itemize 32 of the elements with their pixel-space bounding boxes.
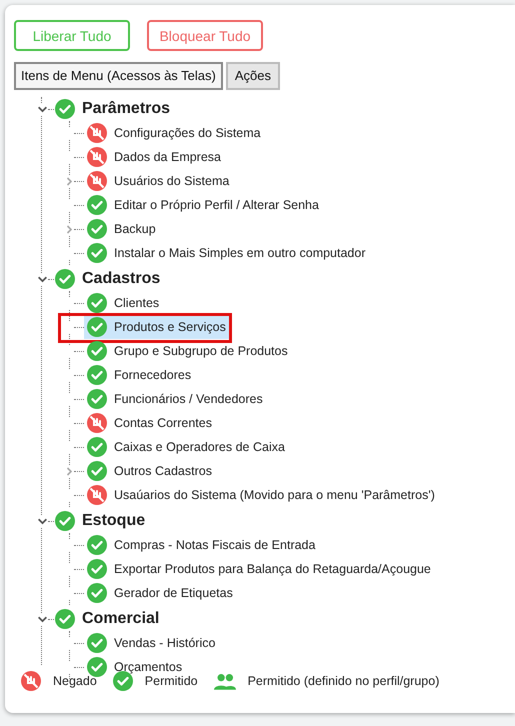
tree-group-label[interactable]: Parâmetros: [82, 100, 170, 118]
tree-item[interactable]: Editar o Próprio Perfil / Alterar Senha: [84, 193, 323, 217]
tree-item[interactable]: Outros Cadastros: [84, 459, 216, 483]
tree-item[interactable]: Contas Correntes: [84, 411, 216, 435]
tree-item[interactable]: Clientes: [84, 291, 164, 315]
tree-item[interactable]: Backup: [84, 217, 160, 241]
tree-item[interactable]: Dados da Empresa: [84, 145, 226, 169]
tab[interactable]: Ações: [226, 62, 280, 90]
tree-item[interactable]: Produtos e Serviços: [84, 315, 230, 339]
tree-item[interactable]: Fornecedores: [84, 363, 196, 387]
tree-item[interactable]: Compras - Notas Fiscais de Entrada: [84, 533, 320, 557]
tree-group-label[interactable]: Estoque: [82, 512, 146, 530]
tree-item[interactable]: Exportar Produtos para Balança do Retaguarda/Açougue: [84, 557, 435, 581]
tree-item[interactable]: Configurações do Sistema: [84, 121, 265, 145]
tab[interactable]: Itens de Menu (Acessos às Telas): [14, 62, 223, 90]
legend-label: Negado: [53, 674, 97, 688]
tree-item[interactable]: Usuários do Sistema: [84, 169, 234, 193]
chevron-down-icon[interactable]: [36, 274, 48, 284]
legend-label: Permitido: [144, 674, 198, 688]
tree-item[interactable]: Vendas - Histórico: [84, 631, 220, 655]
tree-group-label[interactable]: Comercial: [82, 610, 160, 628]
tree-group-label[interactable]: Cadastros: [82, 270, 160, 288]
chevron-down-icon[interactable]: [36, 614, 48, 624]
tree-item[interactable]: Grupo e Subgrupo de Produtos: [84, 339, 292, 363]
chevron-down-icon[interactable]: [36, 104, 48, 114]
tree-item[interactable]: Caixas e Operadores de Caixa: [84, 435, 289, 459]
tree-item[interactable]: Instalar o Mais Simples em outro computador: [84, 241, 370, 265]
tree-item[interactable]: Funcionários / Vendedores: [84, 387, 267, 411]
tree-item[interactable]: Gerador de Etiquetas: [84, 581, 237, 605]
tree-item[interactable]: Usaúarios do Sistema (Movido para o menu 'Parâmetros'): [84, 483, 439, 507]
legend-label: Permitido (definido no perfil/grupo): [248, 674, 440, 688]
chevron-down-icon[interactable]: [36, 516, 48, 526]
